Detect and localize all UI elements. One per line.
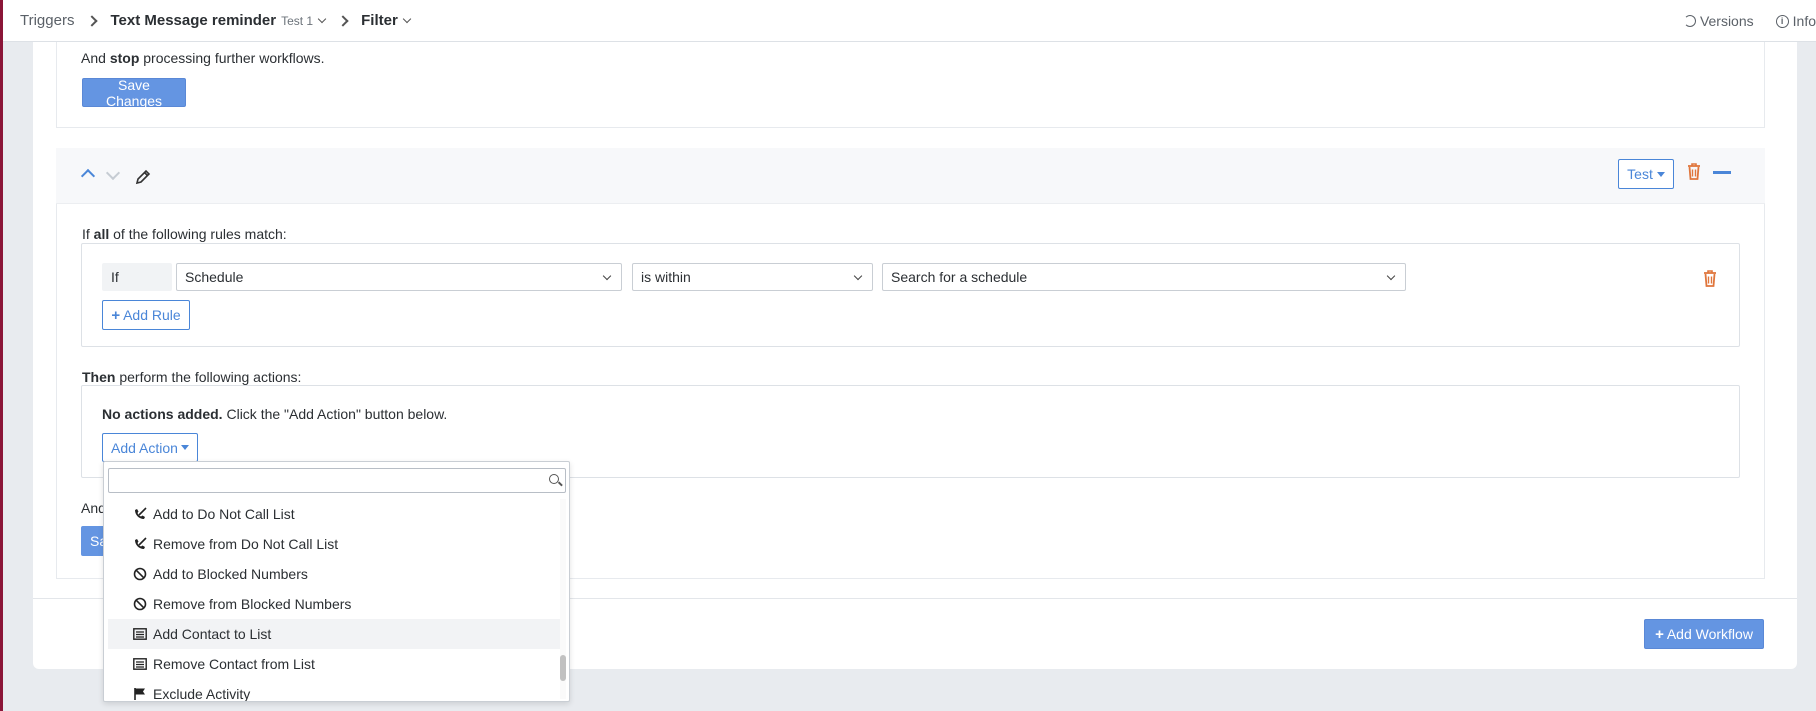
add-action-label: Add Action [111, 439, 178, 456]
list-icon [133, 627, 147, 641]
breadcrumb-triggers[interactable]: Triggers [20, 12, 74, 29]
add-workflow-label: Add Workflow [1666, 626, 1753, 642]
action-item-label: Remove from Do Not Call List [153, 536, 339, 552]
chevron-down-icon[interactable] [402, 14, 412, 23]
versions-link[interactable]: Versions [1683, 13, 1754, 29]
delete-workflow-trash-icon[interactable] [1686, 162, 1702, 180]
action-item-remove-from-list[interactable]: Remove Contact from List [108, 649, 564, 679]
rule-operator-select[interactable]: is within [632, 263, 873, 291]
add-rule-button[interactable]: + Add Rule [102, 300, 190, 330]
info-icon: i [1775, 14, 1789, 28]
action-item-exclude-activity[interactable]: Exclude Activity [108, 679, 564, 702]
add-rule-label: Add Rule [123, 307, 181, 323]
workflow-card-header [56, 148, 1765, 204]
action-item-remove-dnc[interactable]: Remove from Do Not Call List [108, 529, 564, 559]
add-action-dropdown: Add to Do Not Call List Remove from Do N… [103, 461, 570, 702]
ban-icon [133, 597, 147, 611]
phone-slash-icon [133, 537, 147, 551]
breadcrumb-filter[interactable]: Filter [361, 12, 398, 29]
rule-if-label: If [102, 263, 172, 291]
chevron-down-icon [602, 271, 612, 281]
delete-rule-trash-icon[interactable] [1702, 269, 1718, 287]
phone-slash-icon [133, 507, 147, 521]
edit-pencil-icon[interactable] [134, 168, 152, 186]
list-icon [133, 657, 147, 671]
save-changes-button-partial[interactable]: Sa [81, 526, 105, 556]
rules-container [81, 243, 1740, 347]
window-left-accent [0, 0, 3, 711]
breadcrumb-workflow[interactable]: Text Message reminder [110, 12, 276, 29]
save-changes-button[interactable]: Save Changes [82, 77, 186, 109]
caret-down-icon [180, 445, 189, 450]
stop-processing-text: And stop processing further workflows. [81, 50, 325, 66]
info-link[interactable]: i Info [1775, 13, 1816, 29]
versions-label: Versions [1699, 13, 1754, 29]
rule-value-select[interactable]: Search for a schedule [882, 263, 1406, 291]
action-item-label: Exclude Activity [153, 686, 251, 702]
rules-match-label: If all of the following rules match: [82, 226, 287, 242]
plus-icon: + [111, 306, 121, 324]
actions-label: Then perform the following actions: [82, 369, 302, 385]
test-label: Test [1627, 166, 1653, 182]
ban-icon [133, 567, 147, 581]
rule-value-placeholder: Search for a schedule [891, 269, 1028, 285]
action-item-add-blocked[interactable]: Add to Blocked Numbers [108, 559, 564, 589]
test-dropdown-button[interactable]: Test [1618, 159, 1674, 189]
action-item-label: Add to Do Not Call List [153, 506, 295, 522]
action-item-remove-blocked[interactable]: Remove from Blocked Numbers [108, 589, 564, 619]
action-item-add-to-list[interactable]: Add Contact to List [108, 619, 564, 649]
chevron-right-icon [337, 14, 349, 27]
caret-down-icon [1656, 171, 1665, 177]
chevron-down-icon[interactable] [317, 14, 327, 23]
add-workflow-button[interactable]: + Add Workflow [1644, 619, 1764, 649]
chevron-down-icon [1386, 271, 1396, 281]
rule-field-value: Schedule [185, 269, 244, 285]
info-label: Info [1792, 13, 1816, 29]
dropdown-scrollbar-thumb[interactable] [560, 655, 566, 681]
chevron-right-icon [86, 14, 99, 27]
plus-icon: + [1655, 625, 1664, 643]
rule-operator-value: is within [641, 269, 691, 285]
stop-processing-text-partial: And [81, 500, 103, 516]
action-item-label: Add to Blocked Numbers [153, 566, 308, 582]
chevron-down-icon [853, 271, 863, 281]
search-icon [549, 474, 559, 484]
action-item-label: Add Contact to List [153, 626, 272, 642]
history-icon [1683, 15, 1696, 27]
rule-field-select[interactable]: Schedule [176, 263, 622, 291]
action-item-label: Remove from Blocked Numbers [153, 596, 352, 612]
no-actions-message: No actions added. Click the "Add Action"… [102, 406, 448, 422]
breadcrumb-workflow-version[interactable]: Test 1 [281, 14, 313, 28]
action-item-label: Remove Contact from List [153, 656, 315, 672]
add-action-button[interactable]: Add Action [102, 433, 198, 462]
top-navigation-bar: Triggers Text Message reminder Test 1 Fi… [3, 0, 1816, 42]
action-item-add-dnc[interactable]: Add to Do Not Call List [108, 499, 564, 529]
action-list: Add to Do Not Call List Remove from Do N… [108, 499, 564, 702]
action-search-input[interactable] [108, 468, 566, 493]
collapse-minus-icon[interactable] [1713, 171, 1731, 174]
flag-icon [133, 687, 147, 701]
